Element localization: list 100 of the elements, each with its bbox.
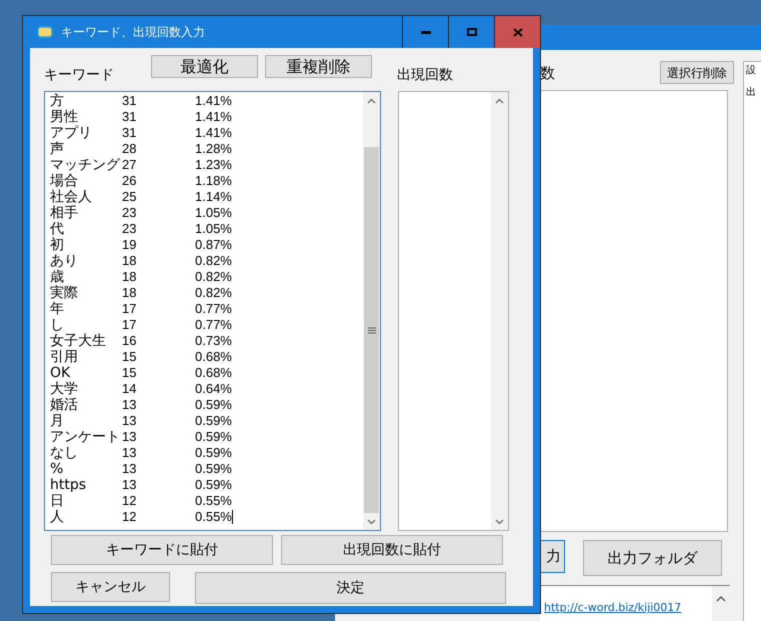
app-icon — [37, 26, 53, 38]
percent-text: 1.05% — [195, 221, 232, 237]
percent-text: 0.77% — [195, 317, 232, 333]
keyword-text: あり — [50, 253, 79, 269]
keyword-text: し — [50, 317, 65, 333]
percent-text: 1.41% — [195, 93, 232, 109]
percent-text: 1.41% — [195, 125, 232, 141]
keyword-text: 引用 — [50, 349, 79, 365]
count-text: 17 — [122, 317, 138, 333]
toolbar-button[interactable]: 重複削除 — [265, 55, 372, 78]
percent-text: 0.59% — [195, 477, 232, 493]
percent-text: 1.23% — [195, 157, 232, 173]
percent-text: 1.28% — [195, 141, 232, 157]
count-text: 31 — [122, 109, 138, 125]
keyword-text: https — [50, 477, 88, 493]
count-text: 23 — [122, 205, 138, 221]
scroll-up-icon[interactable] — [712, 586, 730, 621]
percent-text: 0.68% — [195, 365, 232, 381]
paste-button[interactable]: キーワードに貼付 — [51, 535, 273, 565]
close-button[interactable] — [494, 16, 540, 48]
percent-text: 0.59% — [195, 397, 232, 413]
window-title: キーワード、出現回数入力 — [61, 24, 206, 41]
keyword-text: マッチング — [50, 157, 122, 173]
percent-text: 0.55% — [195, 493, 232, 509]
count-text: 13 — [122, 477, 138, 493]
cancel-button[interactable]: キャンセル — [51, 572, 170, 602]
tab-label[interactable]: 設 — [746, 65, 761, 77]
keyword-text: アンケート — [50, 429, 121, 445]
percent-text: 1.05% — [195, 205, 232, 221]
count-text: 15 — [122, 365, 138, 381]
keyword-text: 場合 — [50, 173, 79, 189]
keyword-text: 代 — [50, 221, 65, 237]
count-text: 25 — [122, 189, 138, 205]
keyword-text: なし — [50, 445, 79, 461]
window-button[interactable]: 出力フォルダ — [583, 540, 722, 576]
text-cursor — [232, 510, 233, 524]
percent-text: 0.82% — [195, 285, 232, 301]
keyword-text: 男性 — [50, 109, 79, 125]
percent-text: 0.77% — [195, 301, 232, 317]
scrollbar[interactable] — [363, 92, 380, 530]
count-text: 14 — [122, 381, 138, 397]
percent-text: 0.87% — [195, 237, 232, 253]
keyword-label: キーワード — [44, 66, 115, 84]
maximize-icon — [466, 28, 476, 36]
percent-text: 0.82% — [195, 253, 232, 269]
keyword-text: OK — [50, 365, 72, 381]
close-icon — [512, 28, 522, 36]
scroll-thumb[interactable] — [364, 147, 379, 513]
keyword-text: 方 — [50, 93, 65, 109]
keyword-text: 女子大生 — [50, 333, 107, 349]
count-text: 13 — [122, 461, 138, 477]
keyword-text: 大学 — [50, 381, 79, 397]
count-text: 12 — [122, 509, 138, 525]
panel-label: 出 — [746, 87, 757, 99]
grip-icon — [368, 326, 376, 334]
count-text: 26 — [122, 173, 138, 189]
keyword-text: 婚活 — [50, 397, 79, 413]
scrollbar[interactable] — [491, 92, 508, 530]
count-text: 23 — [122, 221, 138, 237]
keyword-text: 年 — [50, 301, 65, 317]
percent-text: 0.59% — [195, 461, 232, 477]
delete-selected-rows-button[interactable]: 選択行削除 — [660, 61, 734, 84]
count-text: 19 — [122, 237, 138, 253]
ok-button[interactable]: 決定 — [195, 572, 506, 604]
count-text: 12 — [122, 493, 138, 509]
keyword-text: 歳 — [50, 269, 65, 285]
percent-text: 0.59% — [195, 445, 232, 461]
count-text: 18 — [122, 253, 138, 269]
count-text: 13 — [122, 445, 138, 461]
percent-text: 1.14% — [195, 189, 232, 205]
keyword-text: 人 — [50, 509, 65, 525]
percent-text: 0.64% — [195, 381, 232, 397]
count-text: 31 — [122, 93, 138, 109]
keyword-text: アプリ — [50, 125, 93, 141]
count-label: 出現回数 — [397, 66, 453, 84]
count-text: 15 — [122, 349, 138, 365]
keyword-text: 声 — [50, 141, 65, 157]
keyword-text: 実際 — [50, 285, 79, 301]
count-label: 数 — [540, 63, 555, 83]
count-text: 18 — [122, 285, 138, 301]
percent-text: 0.55% — [195, 509, 232, 525]
keyword-text: 社会人 — [50, 189, 93, 205]
percent-text: 0.68% — [195, 349, 232, 365]
keyword-text: 相手 — [50, 205, 79, 221]
percent-text: 1.41% — [195, 109, 232, 125]
keyword-list-box[interactable] — [44, 91, 381, 531]
keyword-text: % — [50, 461, 64, 477]
keyword-text: 日 — [50, 493, 65, 509]
count-text: 18 — [122, 269, 138, 285]
percent-text: 0.59% — [195, 413, 232, 429]
minimize-icon — [420, 30, 430, 34]
toolbar-button[interactable]: 最適化 — [151, 55, 258, 78]
keyword-text: 月 — [50, 413, 65, 429]
count-text: 27 — [122, 157, 138, 173]
count-text: 31 — [122, 125, 138, 141]
percent-text: 0.82% — [195, 269, 232, 285]
percent-text: 0.59% — [195, 429, 232, 445]
paste-button[interactable]: 出現回数に貼付 — [281, 535, 503, 565]
count-text: 13 — [122, 397, 138, 413]
percent-text: 1.18% — [195, 173, 232, 189]
